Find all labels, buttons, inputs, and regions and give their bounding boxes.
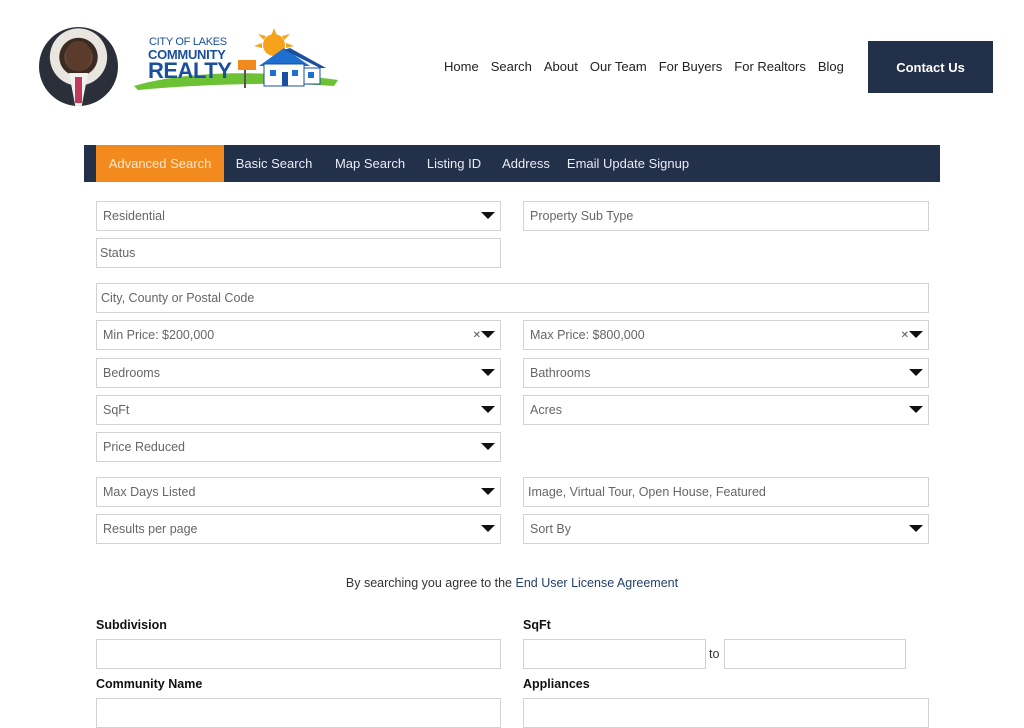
acres-select[interactable]: Acres: [523, 395, 929, 425]
tab-map-search[interactable]: Map Search: [324, 145, 416, 182]
chevron-down-icon: [481, 212, 495, 219]
avatar-tie: [75, 77, 82, 103]
bedrooms-placeholder: Bedrooms: [103, 366, 160, 380]
sqft-min-input[interactable]: [523, 639, 706, 669]
eula-prefix: By searching you agree to the: [345, 576, 512, 590]
chevron-down-icon: [481, 331, 495, 338]
location-placeholder: City, County or Postal Code: [101, 291, 255, 305]
price-reduced-placeholder: Price Reduced: [103, 440, 185, 454]
search-tabbar: Advanced Search Basic Search Map Search …: [84, 145, 940, 182]
tab-listing-id[interactable]: Listing ID: [416, 145, 492, 182]
nav-search[interactable]: Search: [491, 59, 532, 74]
min-price-select[interactable]: Min Price: $200,000 ✕: [96, 320, 501, 350]
chevron-down-icon: [909, 525, 923, 532]
chevron-down-icon: [481, 443, 495, 450]
bedrooms-select[interactable]: Bedrooms: [96, 358, 501, 388]
community-name-label: Community Name: [96, 677, 203, 691]
acres-placeholder: Acres: [530, 403, 562, 417]
property-type-value: Residential: [103, 209, 165, 223]
sort-by-select[interactable]: Sort By: [523, 514, 929, 544]
results-per-page-select[interactable]: Results per page: [96, 514, 501, 544]
status-field[interactable]: Status: [96, 238, 501, 268]
eula-link[interactable]: End User License Agreement: [515, 576, 678, 590]
clear-icon[interactable]: ✕: [473, 330, 481, 341]
nav-our-team[interactable]: Our Team: [590, 59, 647, 74]
chevron-down-icon: [481, 406, 495, 413]
nav-about[interactable]: About: [544, 59, 578, 74]
contact-us-button[interactable]: Contact Us: [868, 41, 993, 93]
property-sub-type-placeholder: Property Sub Type: [530, 209, 634, 223]
property-type-select[interactable]: Residential: [96, 201, 501, 231]
sqft-max-input[interactable]: [724, 639, 906, 669]
appliances-input[interactable]: [523, 698, 929, 728]
appliances-label: Appliances: [523, 677, 590, 691]
max-days-listed-select[interactable]: Max Days Listed: [96, 477, 501, 507]
features-placeholder: Image, Virtual Tour, Open House, Feature…: [528, 485, 766, 499]
sqft-range-label: SqFt: [523, 618, 551, 632]
main-nav: Home Search About Our Team For Buyers Fo…: [444, 59, 856, 74]
chevron-down-icon: [481, 369, 495, 376]
avatar-face: [66, 41, 91, 71]
tab-email-update-signup[interactable]: Email Update Signup: [560, 145, 696, 182]
chevron-down-icon: [481, 525, 495, 532]
bathrooms-select[interactable]: Bathrooms: [523, 358, 929, 388]
max-price-select[interactable]: Max Price: $800,000 ✕: [523, 320, 929, 350]
subdivision-label: Subdivision: [96, 618, 167, 632]
location-input[interactable]: City, County or Postal Code: [96, 283, 929, 313]
features-field[interactable]: Image, Virtual Tour, Open House, Feature…: [523, 477, 929, 507]
nav-blog[interactable]: Blog: [818, 59, 844, 74]
tab-basic-search[interactable]: Basic Search: [224, 145, 324, 182]
chevron-down-icon: [909, 331, 923, 338]
sort-by-placeholder: Sort By: [530, 522, 571, 536]
min-price-value: Min Price: $200,000: [103, 328, 215, 342]
results-per-page-placeholder: Results per page: [103, 522, 198, 536]
sqft-select[interactable]: SqFt: [96, 395, 501, 425]
tab-address[interactable]: Address: [492, 145, 560, 182]
eula-notice: By searching you agree to the End User L…: [0, 576, 1024, 590]
logo-line3: REALTY: [148, 58, 232, 83]
chevron-down-icon: [481, 488, 495, 495]
nav-home[interactable]: Home: [444, 59, 479, 74]
sqft-to-label: to: [709, 647, 720, 661]
price-reduced-select[interactable]: Price Reduced: [96, 432, 501, 462]
max-days-listed-placeholder: Max Days Listed: [103, 485, 196, 499]
property-sub-type-field[interactable]: Property Sub Type: [523, 201, 929, 231]
subdivision-input[interactable]: [96, 639, 501, 669]
tab-advanced-search[interactable]: Advanced Search: [96, 145, 224, 182]
agent-avatar: [39, 27, 118, 106]
chevron-down-icon: [909, 406, 923, 413]
bathrooms-placeholder: Bathrooms: [530, 366, 591, 380]
nav-for-buyers[interactable]: For Buyers: [659, 59, 723, 74]
sqft-placeholder: SqFt: [103, 403, 130, 417]
site-logo[interactable]: CITY OF LAKES COMMUNITY REALTY: [134, 28, 340, 98]
clear-icon[interactable]: ✕: [901, 330, 909, 341]
chevron-down-icon: [909, 369, 923, 376]
community-name-input[interactable]: [96, 698, 501, 728]
nav-for-realtors[interactable]: For Realtors: [734, 59, 806, 74]
status-placeholder: Status: [100, 246, 136, 260]
max-price-value: Max Price: $800,000: [530, 328, 645, 342]
